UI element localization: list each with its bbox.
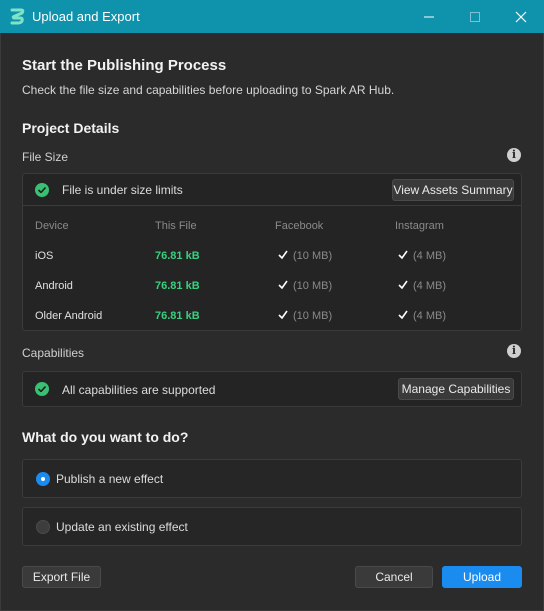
table-row-instagram: (4 MB) [398, 310, 446, 322]
table-row-this-file: 76.81 kB [155, 280, 200, 292]
checkmark-icon [278, 280, 288, 290]
table-row-facebook: (10 MB) [278, 310, 332, 322]
check-circle-icon [35, 382, 49, 396]
maximize-button[interactable] [452, 0, 498, 33]
checkmark-icon [278, 250, 288, 260]
cancel-button[interactable]: Cancel [355, 566, 433, 588]
window-title: Upload and Export [32, 9, 140, 24]
table-row-this-file: 76.81 kB [155, 250, 200, 262]
view-assets-summary-button[interactable]: View Assets Summary [392, 179, 514, 201]
capabilities-status: All capabilities are supported [62, 383, 216, 397]
option-label: Publish a new effect [56, 472, 164, 486]
table-row-device: Android [35, 280, 73, 292]
checkmark-icon [398, 280, 408, 290]
table-row-facebook: (10 MB) [278, 280, 332, 292]
minimize-button[interactable] [406, 0, 452, 33]
table-row-device: Older Android [35, 310, 103, 322]
column-header-instagram: Instagram [395, 220, 444, 232]
option-publish-new-effect[interactable]: Publish a new effect [22, 459, 522, 498]
check-circle-icon [35, 183, 49, 197]
file-size-info-icon[interactable]: i [507, 148, 521, 162]
spark-ar-logo-icon [10, 8, 25, 25]
upload-button[interactable]: Upload [442, 566, 522, 588]
table-row-instagram: (4 MB) [398, 280, 446, 292]
minimize-icon [424, 16, 434, 18]
file-size-status: File is under size limits [62, 183, 183, 197]
action-heading: What do you want to do? [22, 429, 189, 445]
table-row-device: iOS [35, 250, 54, 262]
maximize-icon [470, 12, 480, 22]
capabilities-label: Capabilities [22, 346, 85, 360]
option-update-existing-effect[interactable]: Update an existing effect [22, 507, 522, 546]
file-size-status-bar: File is under size limits View Assets Su… [23, 174, 521, 206]
table-row-facebook: (10 MB) [278, 250, 332, 262]
page-subtitle: Check the file size and capabilities bef… [22, 83, 395, 97]
column-header-this-file: This File [155, 220, 197, 232]
option-label: Update an existing effect [56, 520, 188, 534]
page-title: Start the Publishing Process [22, 57, 227, 74]
close-button[interactable] [498, 0, 544, 33]
checkmark-icon [398, 310, 408, 320]
capabilities-info-icon[interactable]: i [507, 344, 521, 358]
checkmark-icon [398, 250, 408, 260]
column-header-device: Device [35, 220, 69, 232]
export-file-button[interactable]: Export File [22, 566, 101, 588]
file-size-panel: File is under size limits View Assets Su… [22, 173, 522, 331]
radio-button[interactable] [36, 520, 50, 534]
file-size-label: File Size [22, 150, 69, 164]
radio-button-selected[interactable] [36, 472, 50, 486]
table-row-this-file: 76.81 kB [155, 310, 200, 322]
capabilities-panel: All capabilities are supported Manage Ca… [22, 371, 522, 407]
title-bar: Upload and Export [0, 0, 544, 33]
close-icon [515, 11, 527, 23]
column-header-facebook: Facebook [275, 220, 324, 232]
project-details-heading: Project Details [22, 120, 120, 136]
table-row-instagram: (4 MB) [398, 250, 446, 262]
checkmark-icon [278, 310, 288, 320]
manage-capabilities-button[interactable]: Manage Capabilities [398, 378, 514, 400]
